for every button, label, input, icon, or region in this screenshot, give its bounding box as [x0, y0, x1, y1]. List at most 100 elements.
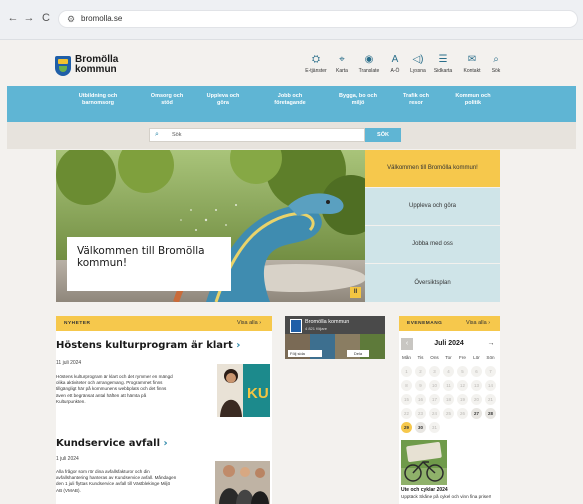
hero-caption-line-1: Välkommen till Bromölla	[77, 245, 205, 257]
quicklink-experience[interactable]: Uppleva och göra	[365, 188, 500, 226]
news-date: 11 juli 2024	[56, 360, 82, 366]
nav-item-traffic[interactable]: Trafik och resor	[393, 93, 439, 107]
calendar-day[interactable]: 17	[429, 394, 440, 405]
tool-listen[interactable]: ◁) Lyssna	[404, 54, 432, 74]
quicklink-jobs[interactable]: Jobba med oss	[365, 226, 500, 264]
tool-map[interactable]: ⌖ Karta	[328, 54, 356, 74]
forward-icon[interactable]: →	[22, 11, 36, 25]
pause-icon[interactable]: II	[350, 287, 361, 298]
hero-caption[interactable]: Välkommen till Bromölla kommun!	[67, 237, 231, 291]
calendar-next-button[interactable]: →	[485, 338, 497, 350]
quicklink-welcome[interactable]: Välkommen till Bromölla kommun!	[365, 150, 500, 188]
calendar-day[interactable]: 28	[485, 408, 496, 419]
calendar-day[interactable]: 30	[415, 422, 426, 433]
news-item-title[interactable]: Kundservice avfall ›	[56, 438, 168, 449]
facebook-follow-button[interactable]: Följ sida	[288, 350, 322, 357]
calendar-day[interactable]: 23	[415, 408, 426, 419]
calendar-day[interactable]: 31	[429, 422, 440, 433]
calendar-day[interactable]: 6	[471, 366, 482, 377]
url-text[interactable]: bromolla.se	[81, 14, 122, 23]
nav-item-experience[interactable]: Uppleva och göra	[200, 93, 246, 107]
calendar-day[interactable]: 11	[443, 380, 454, 391]
calendar-day[interactable]: 8	[401, 380, 412, 391]
calendar-day[interactable]: 18	[443, 394, 454, 405]
calendar-day[interactable]: 21	[485, 394, 496, 405]
search-button[interactable]: SÖK	[365, 128, 401, 142]
calendar-day[interactable]: 2	[415, 366, 426, 377]
event-thumbnail[interactable]	[401, 440, 447, 485]
facebook-share-button[interactable]: Dela	[347, 350, 369, 357]
events-header: EVENEMANG Visa alla ›	[399, 316, 500, 331]
tool-label: Translate	[358, 68, 380, 74]
calendar-day[interactable]: 12	[457, 380, 468, 391]
tool-label: Lyssna	[410, 68, 426, 74]
address-bar[interactable]: ⚙ bromolla.se	[58, 10, 578, 28]
event-thumbnail-image	[401, 440, 447, 485]
calendar-weekday: Tor	[445, 355, 452, 360]
nav-label: Bygga, bo och	[339, 93, 377, 99]
calendar-day[interactable]: 16	[415, 394, 426, 405]
main-navigation: Utbildning och barnomsorg Omsorg och stö…	[7, 86, 576, 122]
calendar-day[interactable]: 3	[429, 366, 440, 377]
calendar-day[interactable]: 5	[457, 366, 468, 377]
nav-label: företagande	[274, 100, 306, 106]
calendar-day[interactable]: 29	[401, 422, 412, 433]
news-item-title[interactable]: Höstens kulturprogram är klart ›	[56, 340, 240, 351]
calendar-day[interactable]: 1	[401, 366, 412, 377]
calendar-day[interactable]: 19	[457, 394, 468, 405]
nav-item-politics[interactable]: Kommun och politik	[448, 93, 498, 107]
calendar-prev-button[interactable]: ‹	[401, 338, 413, 350]
tool-search[interactable]: ⌕ Sök	[482, 54, 510, 74]
site-settings-icon[interactable]: ⚙	[67, 14, 75, 25]
nav-label: stöd	[161, 100, 173, 106]
map-pin-icon: ⌖	[339, 54, 345, 65]
nav-label: Uppleva och	[206, 93, 240, 99]
event-title[interactable]: Ute och cyklar 2024	[401, 487, 448, 493]
nav-label: resor	[409, 100, 423, 106]
news-header: NYHETER Visa alla ›	[56, 316, 272, 331]
calendar-weekday: Ons	[430, 355, 439, 360]
calendar-day[interactable]: 20	[471, 394, 482, 405]
tool-label: Sidkarta	[433, 68, 453, 74]
calendar-day[interactable]: 26	[457, 408, 468, 419]
thumbnail-text: KU	[247, 385, 269, 402]
tool-label: Sök	[491, 68, 501, 74]
nav-label: Trafik och	[403, 93, 429, 99]
calendar-day[interactable]: 7	[485, 366, 496, 377]
back-icon[interactable]: ←	[6, 11, 20, 25]
nav-label: Jobb och	[277, 93, 303, 99]
facebook-widget[interactable]: Bromölla kommun 4 821 följare Följ sida …	[285, 316, 385, 359]
calendar-weekday: Lör	[473, 355, 480, 360]
calendar-day[interactable]: 25	[443, 408, 454, 419]
nav-item-care[interactable]: Omsorg och stöd	[145, 93, 189, 107]
calendar-day[interactable]: 9	[415, 380, 426, 391]
news-body-line: AB (VMAB).	[56, 487, 81, 493]
e-services-icon: ⛭	[312, 54, 320, 65]
events-view-all-link[interactable]: Visa alla ›	[466, 320, 490, 326]
nav-item-education[interactable]: Utbildning och barnomsorg	[67, 93, 129, 107]
quicklink-overview-plan[interactable]: Översiktsplan	[365, 264, 500, 303]
search-input[interactable]: ⌕ Sök	[149, 128, 365, 142]
calendar-day[interactable]: 13	[471, 380, 482, 391]
tool-translate[interactable]: ◉ Translate	[355, 54, 383, 74]
calendar-day[interactable]: 27	[471, 408, 482, 419]
tool-sitemap[interactable]: ☰ Sidkarta	[429, 54, 457, 74]
news-heading: NYHETER	[64, 321, 91, 326]
calendar-day[interactable]: 24	[429, 408, 440, 419]
news-thumbnail-image	[215, 461, 270, 504]
news-thumbnail[interactable]: KU	[217, 364, 270, 417]
news-view-all-link[interactable]: Visa alla ›	[237, 320, 261, 326]
nav-item-business[interactable]: Jobb och företagande	[264, 93, 316, 107]
nav-item-housing[interactable]: Bygga, bo och miljö	[329, 93, 387, 107]
reload-icon[interactable]: C	[39, 11, 53, 25]
calendar-day[interactable]: 14	[485, 380, 496, 391]
coat-of-arms-icon[interactable]	[55, 56, 71, 76]
calendar-day[interactable]: 15	[401, 394, 412, 405]
calendar-day[interactable]: 10	[429, 380, 440, 391]
tool-e-services[interactable]: ⛭ E-tjänster	[302, 54, 330, 74]
calendar-day[interactable]: 22	[401, 408, 412, 419]
news-date: 1 juli 2024	[56, 456, 79, 462]
news-thumbnail[interactable]	[215, 461, 270, 504]
site-logo[interactable]: Bromölla kommun	[75, 55, 118, 75]
calendar-day[interactable]: 4	[443, 366, 454, 377]
